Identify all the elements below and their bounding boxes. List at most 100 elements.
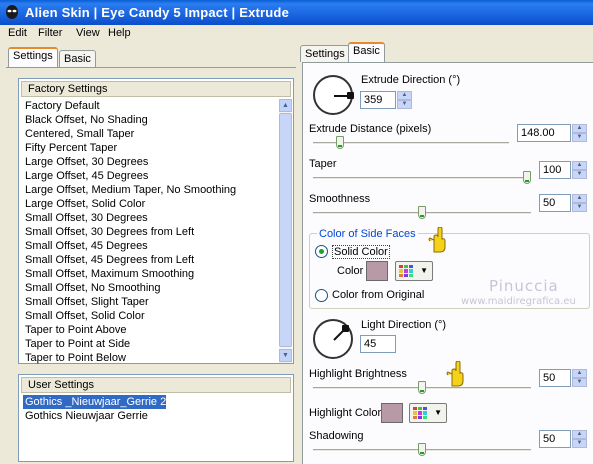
- menu-filter[interactable]: Filter: [38, 27, 62, 39]
- basic-panel: Extrude Direction (°) 359 ▲ ▼ Extrude Di…: [302, 62, 593, 464]
- highlight-brightness-input[interactable]: 50: [539, 369, 571, 387]
- list-item[interactable]: Small Offset, Slight Taper: [23, 295, 279, 309]
- factory-scroll-thumb[interactable]: [279, 113, 292, 347]
- extrude-direction-spinner[interactable]: ▲ ▼: [397, 91, 412, 109]
- user-settings-panel: User Settings Gothics _Nieuwjaar_Gerrie …: [18, 374, 294, 462]
- pointing-hand-icon: [446, 361, 464, 387]
- window-title: Alien Skin | Eye Candy 5 Impact | Extrud…: [25, 5, 289, 20]
- list-item[interactable]: Taper to Point Below: [23, 351, 279, 365]
- list-item[interactable]: Taper to Point Above: [23, 323, 279, 337]
- list-item[interactable]: Small Offset, No Smoothing: [23, 281, 279, 295]
- highlight-color-label: Highlight Color: [309, 407, 382, 419]
- taper-slider-thumb[interactable]: [523, 171, 531, 184]
- title-bar: Alien Skin | Eye Candy 5 Impact | Extrud…: [0, 0, 593, 25]
- shadowing-input[interactable]: 50: [539, 430, 571, 448]
- dial-knob[interactable]: [347, 92, 354, 99]
- list-item[interactable]: Taper to Point at Side: [23, 337, 279, 351]
- tab-settings-right[interactable]: Settings: [300, 45, 350, 62]
- smoothness-input[interactable]: 50: [539, 194, 571, 212]
- extrude-distance-spinner[interactable]: ▲ ▼: [572, 124, 587, 142]
- list-item[interactable]: Small Offset, 45 Degrees: [23, 239, 279, 253]
- dial-knob[interactable]: [342, 325, 349, 332]
- smoothness-label: Smoothness: [309, 193, 371, 205]
- tab-basic-left[interactable]: Basic: [59, 50, 96, 67]
- user-settings-list: Gothics _Nieuwjaar_Gerrie 2 Gothics Nieu…: [23, 395, 289, 423]
- chevron-down-icon: ▼: [420, 266, 428, 275]
- solid-color-label[interactable]: Solid Color: [332, 245, 390, 259]
- extrude-direction-label: Extrude Direction (°): [361, 74, 461, 86]
- extrude-distance-slider-thumb[interactable]: [335, 136, 344, 149]
- spin-down-icon[interactable]: ▼: [572, 439, 587, 448]
- scroll-up-arrow-icon[interactable]: ▲: [279, 99, 292, 112]
- spin-down-icon[interactable]: ▼: [572, 133, 587, 142]
- spin-down-icon[interactable]: ▼: [572, 170, 587, 179]
- list-item[interactable]: Small Offset, Solid Color: [23, 309, 279, 323]
- list-item[interactable]: Large Offset, 30 Degrees: [23, 155, 279, 169]
- highlight-brightness-label: Highlight Brightness: [309, 368, 407, 380]
- menu-edit[interactable]: Edit: [8, 27, 27, 39]
- light-direction-label: Light Direction (°): [361, 319, 447, 331]
- taper-input[interactable]: 100: [539, 161, 571, 179]
- color-from-original-label[interactable]: Color from Original: [332, 289, 424, 301]
- list-item[interactable]: Small Offset, 30 Degrees: [23, 211, 279, 225]
- list-item[interactable]: Small Offset, Maximum Smoothing: [23, 267, 279, 281]
- solid-color-radio[interactable]: [315, 245, 328, 258]
- list-item[interactable]: Gothics Nieuwjaar Gerrie: [23, 409, 289, 423]
- shadowing-spinner[interactable]: ▲ ▼: [572, 430, 587, 448]
- taper-label: Taper: [309, 158, 337, 170]
- color-picker-icon: [413, 407, 427, 419]
- highlight-brightness-slider-thumb[interactable]: [418, 381, 426, 394]
- extrude-direction-dial[interactable]: [313, 75, 354, 115]
- list-item[interactable]: Fifty Percent Taper: [23, 141, 279, 155]
- extrude-direction-input[interactable]: 359: [360, 91, 396, 109]
- scroll-down-arrow-icon[interactable]: ▼: [279, 349, 292, 362]
- spin-up-icon[interactable]: ▲: [397, 91, 412, 100]
- spin-up-icon[interactable]: ▲: [572, 161, 587, 170]
- spin-up-icon[interactable]: ▲: [572, 124, 587, 133]
- highlight-color-picker-button[interactable]: ▼: [409, 403, 447, 423]
- smoothness-slider-thumb[interactable]: [418, 206, 426, 219]
- factory-settings-list: Factory Default Black Offset, No Shading…: [23, 99, 279, 365]
- highlight-brightness-spinner[interactable]: ▲ ▼: [572, 369, 587, 387]
- color-from-original-radio[interactable]: [315, 289, 328, 302]
- factory-settings-header: Factory Settings: [21, 81, 291, 97]
- alien-skin-app-icon: [6, 5, 18, 19]
- spin-down-icon[interactable]: ▼: [572, 378, 587, 387]
- list-item[interactable]: Small Offset, 30 Degrees from Left: [23, 225, 279, 239]
- color-of-side-faces-title: Color of Side Faces: [317, 228, 418, 240]
- color-picker-icon: [399, 265, 413, 277]
- list-item[interactable]: Small Offset, 45 Degrees from Left: [23, 253, 279, 267]
- highlight-color-swatch[interactable]: [381, 403, 403, 423]
- shadowing-label: Shadowing: [309, 430, 364, 442]
- extrude-distance-label: Extrude Distance (pixels): [309, 123, 432, 135]
- watermark-site: www.maidiregrafica.eu: [461, 296, 576, 307]
- spin-up-icon[interactable]: ▲: [572, 430, 587, 439]
- left-tab-line: [6, 67, 296, 68]
- list-item[interactable]: Black Offset, No Shading: [23, 113, 279, 127]
- smoothness-spinner[interactable]: ▲ ▼: [572, 194, 587, 212]
- spin-down-icon[interactable]: ▼: [397, 100, 412, 109]
- tab-basic-right[interactable]: Basic: [348, 42, 385, 62]
- spin-up-icon[interactable]: ▲: [572, 194, 587, 203]
- light-direction-dial[interactable]: [313, 319, 353, 359]
- tab-settings-left[interactable]: Settings: [8, 47, 58, 67]
- taper-slider-track[interactable]: [313, 177, 531, 180]
- spin-down-icon[interactable]: ▼: [572, 203, 587, 212]
- taper-spinner[interactable]: ▲ ▼: [572, 161, 587, 179]
- list-item[interactable]: Large Offset, Solid Color: [23, 197, 279, 211]
- light-direction-input[interactable]: 45: [360, 335, 396, 353]
- list-item[interactable]: Large Offset, Medium Taper, No Smoothing: [23, 183, 279, 197]
- side-color-swatch[interactable]: [366, 261, 388, 281]
- list-item[interactable]: Centered, Small Taper: [23, 127, 279, 141]
- side-color-picker-button[interactable]: ▼: [395, 261, 433, 281]
- pointing-hand-icon: [428, 227, 446, 253]
- menu-view[interactable]: View: [76, 27, 100, 39]
- list-item-selected[interactable]: Gothics _Nieuwjaar_Gerrie 2: [23, 395, 167, 409]
- extrude-distance-input[interactable]: 148.00: [517, 124, 571, 142]
- menu-help[interactable]: Help: [108, 27, 131, 39]
- color-label: Color: [337, 265, 364, 277]
- list-item[interactable]: Large Offset, 45 Degrees: [23, 169, 279, 183]
- list-item[interactable]: Factory Default: [23, 99, 279, 113]
- shadowing-slider-thumb[interactable]: [418, 443, 426, 456]
- spin-up-icon[interactable]: ▲: [572, 369, 587, 378]
